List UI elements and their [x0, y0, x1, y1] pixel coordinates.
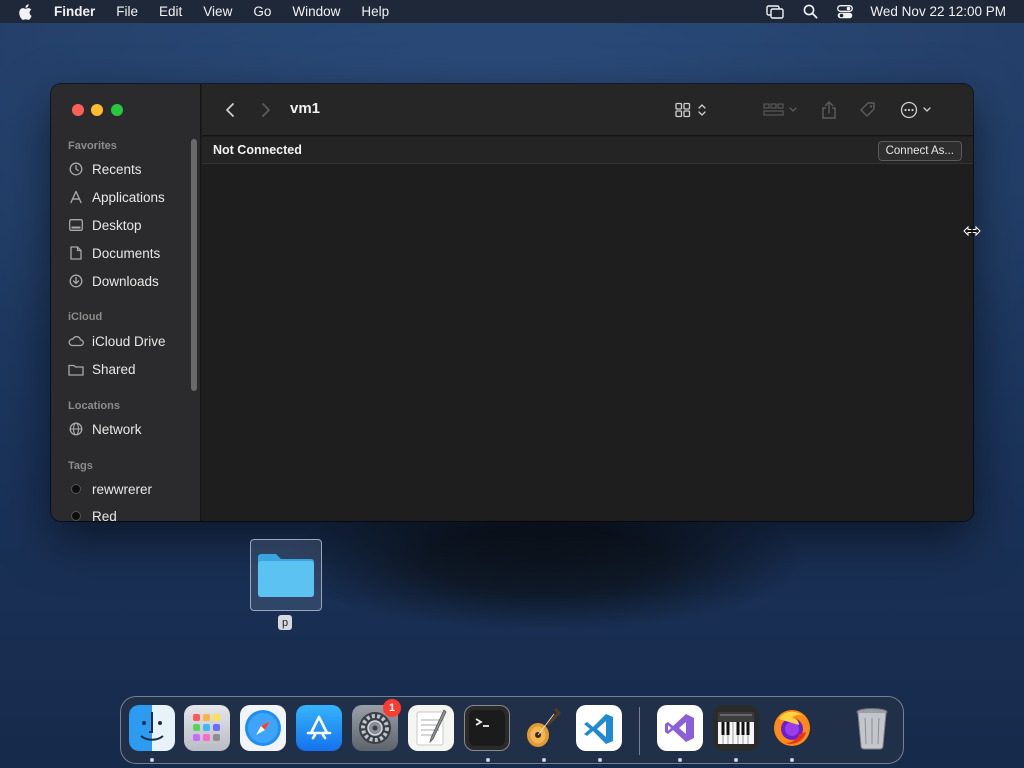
sidebar-scrollbar[interactable] — [191, 139, 197, 391]
dock-textedit-icon[interactable] — [408, 705, 454, 751]
share-icon[interactable] — [818, 99, 840, 121]
download-icon — [68, 273, 84, 289]
tag-dot-icon — [71, 511, 81, 521]
clock-icon — [68, 161, 84, 177]
menu-bar: Finder File Edit View Go Window Help Wed… — [0, 0, 1024, 23]
running-indicator — [790, 758, 794, 762]
sidebar-item-label: Downloads — [92, 273, 159, 289]
sidebar-item-shared[interactable]: Shared — [68, 359, 136, 379]
desktop-folder[interactable] — [250, 539, 322, 611]
notification-badge: 1 — [383, 699, 401, 717]
running-indicator — [598, 758, 602, 762]
file-browser-content[interactable] — [202, 165, 973, 521]
desktop-folder-label[interactable]: p — [278, 615, 292, 630]
running-indicator — [150, 758, 154, 762]
menubar-clock[interactable]: Wed Nov 22 12:00 PM — [870, 4, 1006, 19]
sidebar-item-network[interactable]: Network — [68, 419, 142, 439]
screen-mirroring-icon[interactable] — [766, 3, 785, 21]
sidebar-tag-rewwrerer[interactable]: rewwrerer — [68, 479, 152, 499]
applications-icon — [68, 189, 84, 205]
sidebar-section-locations: Locations — [68, 400, 120, 412]
cloud-icon — [68, 333, 84, 349]
sidebar-item-icloud-drive[interactable]: iCloud Drive — [68, 331, 166, 351]
menu-view[interactable]: View — [203, 4, 232, 19]
dock-firefox-icon[interactable] — [769, 705, 815, 751]
dock-terminal-icon[interactable] — [464, 705, 510, 751]
menu-edit[interactable]: Edit — [159, 4, 182, 19]
forward-chevron-icon[interactable] — [256, 99, 276, 121]
close-window-button[interactable] — [72, 104, 84, 116]
dock-app-store-icon[interactable] — [296, 705, 342, 751]
menu-file[interactable]: File — [116, 4, 138, 19]
document-icon — [68, 245, 84, 261]
sidebar-item-label: Recents — [92, 161, 142, 177]
sidebar-item-label: Network — [92, 421, 142, 437]
running-indicator — [542, 758, 546, 762]
view-mode-icon[interactable] — [672, 99, 712, 121]
shared-folder-icon — [68, 361, 84, 377]
minimize-window-button[interactable] — [91, 104, 103, 116]
toolbar: vm1 — [202, 84, 973, 136]
resize-cursor-icon — [963, 224, 981, 238]
window-title: vm1 — [290, 100, 321, 117]
sidebar-item-recents[interactable]: Recents — [68, 159, 142, 179]
apple-menu-icon[interactable] — [18, 3, 36, 21]
dock-finder-icon[interactable] — [129, 705, 175, 751]
running-indicator — [678, 758, 682, 762]
running-indicator — [486, 758, 490, 762]
group-by-icon[interactable] — [762, 99, 800, 121]
sidebar-item-label: rewwrerer — [92, 481, 153, 497]
sidebar-item-label: iCloud Drive — [92, 333, 166, 349]
dock-visual-studio-icon[interactable] — [657, 705, 703, 751]
sidebar-section-tags: Tags — [68, 460, 93, 472]
globe-icon — [68, 421, 84, 437]
sidebar-item-downloads[interactable]: Downloads — [68, 271, 159, 291]
sidebar-section-favorites: Favorites — [68, 140, 117, 152]
sidebar-item-label: Desktop — [92, 217, 142, 233]
sidebar-item-label: Shared — [92, 361, 136, 377]
running-indicator — [734, 758, 738, 762]
sidebar-item-applications[interactable]: Applications — [68, 187, 165, 207]
dock-garageband-icon[interactable] — [520, 705, 566, 751]
zoom-window-button[interactable] — [111, 104, 123, 116]
spotlight-search-icon[interactable] — [801, 3, 819, 21]
desktop-icon — [68, 217, 84, 233]
finder-window: Favorites Recents Applications Desktop D… — [51, 84, 973, 521]
sidebar-item-desktop[interactable]: Desktop — [68, 215, 142, 235]
connect-as-button[interactable]: Connect As... — [877, 141, 962, 161]
dock-trash-icon[interactable] — [849, 705, 895, 751]
dock-separator — [639, 707, 640, 755]
folder-icon — [258, 554, 314, 597]
menu-help[interactable]: Help — [361, 4, 389, 19]
dock: 1 — [120, 696, 904, 764]
menu-window[interactable]: Window — [292, 4, 340, 19]
dock-launchpad-icon[interactable] — [184, 705, 230, 751]
sidebar-item-label: Red — [92, 508, 117, 522]
sidebar-item-label: Documents — [92, 245, 161, 261]
menu-app-name[interactable]: Finder — [54, 4, 95, 19]
control-center-icon[interactable] — [836, 3, 854, 21]
back-chevron-icon[interactable] — [220, 99, 240, 121]
sidebar-tag-red[interactable]: Red — [68, 506, 117, 521]
sidebar-item-label: Applications — [92, 189, 165, 205]
dock-vscode-icon[interactable] — [576, 705, 622, 751]
sidebar-item-documents[interactable]: Documents — [68, 243, 160, 263]
connection-status: Not Connected — [213, 143, 302, 157]
connection-bar: Not Connected Connect As... — [202, 137, 973, 164]
sidebar: Favorites Recents Applications Desktop D… — [51, 84, 201, 521]
dock-piano-icon[interactable] — [713, 705, 759, 751]
sidebar-section-icloud: iCloud — [68, 311, 103, 323]
menu-go[interactable]: Go — [253, 4, 271, 19]
dock-safari-icon[interactable] — [240, 705, 286, 751]
tag-dot-icon — [71, 484, 81, 494]
tag-icon[interactable] — [856, 99, 880, 121]
more-actions-icon[interactable] — [898, 99, 936, 121]
